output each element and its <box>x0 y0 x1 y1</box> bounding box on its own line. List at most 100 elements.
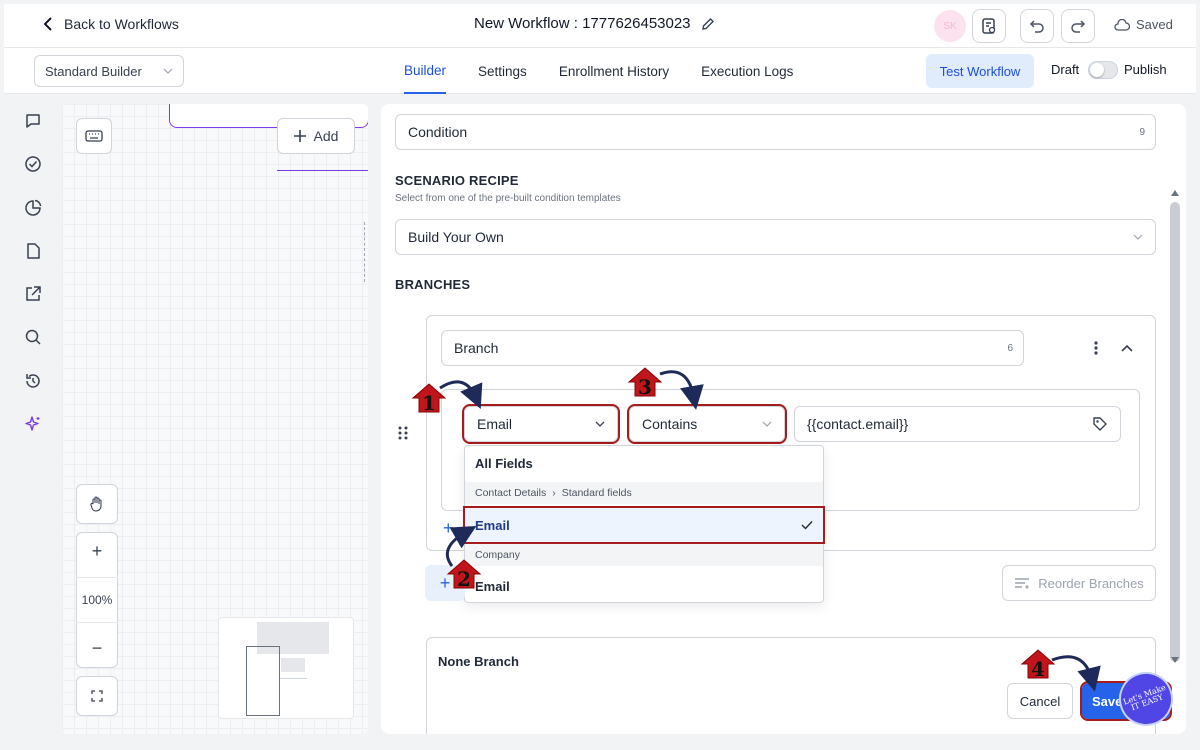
workflow-title-text: New Workflow : 1777626453023 <box>474 15 691 32</box>
tab-settings[interactable]: Settings <box>478 48 527 94</box>
dropdown-option-email-selected[interactable]: Email <box>463 506 825 544</box>
condition-name-value: Condition <box>408 124 468 140</box>
history-icon[interactable] <box>24 372 42 390</box>
branches-title: BRANCHES <box>395 277 471 292</box>
redo-icon <box>1071 20 1086 33</box>
char-count: 9 <box>1139 126 1145 138</box>
scenario-recipe-select[interactable]: Build Your Own <box>395 219 1156 255</box>
sparkle-icon[interactable] <box>24 415 42 433</box>
operator-select[interactable]: Contains <box>627 404 787 444</box>
fit-screen-icon <box>91 690 103 702</box>
scrollbar[interactable] <box>1170 202 1180 662</box>
chevron-down-icon <box>1133 234 1143 240</box>
back-label: Back to Workflows <box>64 16 179 32</box>
zoom-controls: + 100% − <box>76 532 118 668</box>
tab-execution-logs[interactable]: Execution Logs <box>701 48 793 94</box>
minimap-node <box>281 658 305 672</box>
step-4-number: 4 <box>1031 657 1045 681</box>
workflow-canvas[interactable]: Add + 100% − <box>62 104 368 734</box>
chevron-down-icon <box>762 421 772 427</box>
scenario-recipe-subtitle: Select from one of the pre-built conditi… <box>395 193 621 204</box>
option-label: Email <box>475 578 510 594</box>
scroll-down-arrow-icon[interactable] <box>1171 657 1179 663</box>
keyboard-icon <box>85 130 103 142</box>
tab-enrollment-history[interactable]: Enrollment History <box>559 48 669 94</box>
workflow-stats-button[interactable] <box>972 9 1006 43</box>
add-node-button[interactable]: Add <box>277 118 355 154</box>
pan-tool-button[interactable] <box>76 484 118 524</box>
undo-button[interactable] <box>1020 9 1054 43</box>
zoom-out-button[interactable]: − <box>92 638 103 659</box>
left-rail <box>4 94 60 744</box>
dropdown-option-company-email[interactable]: Email <box>465 570 823 602</box>
hand-icon <box>90 496 102 512</box>
comment-icon[interactable] <box>24 112 42 130</box>
step-3-number: 3 <box>638 375 652 399</box>
breadcrumb-contact-details: Contact Details <box>475 487 547 499</box>
step-2-number: 2 <box>457 567 471 591</box>
chevron-down-icon <box>595 421 605 427</box>
drag-handle-icon[interactable] <box>398 426 408 440</box>
check-icon <box>801 521 813 530</box>
add-condition-icon[interactable]: + <box>443 518 454 539</box>
sub-bar: Standard Builder Builder Settings Enroll… <box>4 48 1196 94</box>
dashed-connector <box>364 222 365 282</box>
step-1-number: 1 <box>422 391 436 415</box>
builder-select-value: Standard Builder <box>45 63 142 79</box>
scenario-recipe-title: SCENARIO RECIPE <box>395 173 519 188</box>
operator-select-value: Contains <box>642 416 698 432</box>
chevron-down-icon <box>163 68 173 74</box>
test-workflow-button[interactable]: Test Workflow <box>926 54 1034 88</box>
keyboard-shortcuts-button[interactable] <box>76 118 112 154</box>
add-label: Add <box>313 128 339 144</box>
reorder-branches-button[interactable]: Reorder Branches <box>1002 565 1156 601</box>
tab-builder[interactable]: Builder <box>404 48 447 94</box>
dropdown-header: All Fields <box>475 455 533 471</box>
none-branch-label: None Branch <box>438 654 519 669</box>
field-dropdown: All Fields Contact Details › Standard fi… <box>463 445 825 603</box>
scenario-recipe-value: Build Your Own <box>408 229 504 245</box>
connector-line <box>277 170 368 171</box>
redo-button[interactable] <box>1061 9 1095 43</box>
undo-icon <box>1029 20 1044 33</box>
condition-value-input[interactable]: {{contact.email}} <box>794 406 1121 442</box>
divider <box>76 576 118 578</box>
search-icon[interactable] <box>24 328 42 346</box>
file-icon[interactable] <box>24 242 42 260</box>
saved-label: Saved <box>1136 17 1173 32</box>
field-select[interactable]: Email <box>462 404 620 444</box>
avatar[interactable]: SK <box>934 10 966 42</box>
external-link-icon[interactable] <box>24 285 42 303</box>
publish-toggle[interactable] <box>1088 61 1118 79</box>
plus-icon <box>293 130 306 142</box>
more-vertical-icon[interactable] <box>1093 340 1099 356</box>
minimap[interactable] <box>218 617 354 719</box>
chevron-up-icon[interactable] <box>1121 344 1133 352</box>
branch-name-input[interactable]: Branch 6 <box>441 330 1024 366</box>
option-label: Email <box>475 517 510 533</box>
top-bar: Back to Workflows New Workflow : 1777626… <box>4 4 1196 48</box>
tag-icon[interactable] <box>1092 416 1108 432</box>
chevron-left-icon <box>43 17 52 31</box>
builder-select[interactable]: Standard Builder <box>34 55 184 87</box>
watermark-text: Let's Make IT EASY <box>1121 682 1167 713</box>
branch-name-value: Branch <box>454 340 499 356</box>
pie-chart-icon[interactable] <box>24 199 42 217</box>
breadcrumb-standard-fields: Standard fields <box>561 487 632 499</box>
char-count: 6 <box>1007 342 1013 354</box>
workflow-title: New Workflow : 1777626453023 <box>474 15 715 32</box>
field-select-value: Email <box>477 416 513 432</box>
fit-view-button[interactable] <box>76 676 118 716</box>
zoom-in-button[interactable]: + <box>92 541 103 562</box>
scroll-up-arrow-icon[interactable] <box>1171 190 1179 196</box>
document-stats-icon <box>982 18 996 34</box>
condition-value: {{contact.email}} <box>807 416 909 432</box>
saved-status: Saved <box>1114 17 1173 32</box>
condition-name-input[interactable]: Condition 9 <box>395 114 1156 150</box>
dropdown-group-label: Company <box>465 544 823 566</box>
cancel-button[interactable]: Cancel <box>1007 683 1073 719</box>
back-to-workflows-link[interactable]: Back to Workflows <box>42 16 179 32</box>
minimap-viewport[interactable] <box>246 646 280 716</box>
check-circle-icon[interactable] <box>24 155 42 173</box>
pencil-icon[interactable] <box>701 17 715 31</box>
